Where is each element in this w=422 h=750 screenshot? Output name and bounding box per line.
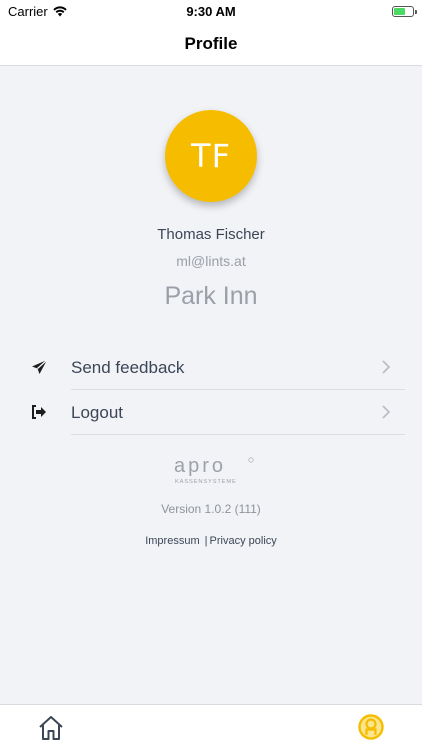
legal-links: Impressum | Privacy policy	[0, 535, 422, 547]
status-left: Carrier	[8, 4, 68, 19]
impressum-link[interactable]: Impressum	[145, 535, 199, 547]
battery-fill	[394, 7, 405, 15]
status-bar: Carrier 9:30 AM	[0, 0, 422, 22]
home-icon[interactable]	[38, 715, 64, 741]
page-title: Profile	[184, 33, 238, 53]
user-location: Park Inn	[164, 282, 258, 310]
menu-divider	[71, 389, 405, 390]
nav-bar: Profile	[0, 22, 422, 66]
logout-icon	[30, 403, 48, 421]
menu-divider	[71, 434, 405, 435]
svg-text:KASSENSYSTEME: KASSENSYSTEME	[175, 479, 237, 485]
privacy-policy-link[interactable]: Privacy policy	[210, 535, 277, 547]
logout-label: Logout	[71, 403, 123, 422]
svg-text:apro: apro	[174, 455, 226, 477]
version-label: Version 1.0.2 (111)	[161, 502, 261, 516]
avatar-initials: TF	[191, 137, 231, 175]
status-time: 9:30 AM	[186, 3, 236, 19]
send-icon	[30, 358, 48, 376]
send-feedback-row[interactable]: Send feedback	[0, 346, 422, 390]
user-name: Thomas Fischer	[157, 226, 265, 243]
legal-separator: |	[204, 535, 208, 547]
apro-logo: apro KASSENSYSTEME	[174, 455, 254, 485]
carrier-label: Carrier	[8, 3, 48, 19]
tab-bar	[0, 704, 422, 750]
battery-icon	[392, 5, 417, 17]
send-feedback-label: Send feedback	[71, 358, 185, 377]
user-email: ml@lints.at	[176, 253, 246, 269]
avatar: TF	[165, 110, 257, 202]
wifi-icon	[53, 6, 67, 17]
logout-row[interactable]: Logout	[0, 391, 422, 435]
chevron-right-icon	[382, 360, 391, 374]
chevron-right-icon	[382, 405, 391, 419]
profile-icon[interactable]	[357, 713, 385, 741]
